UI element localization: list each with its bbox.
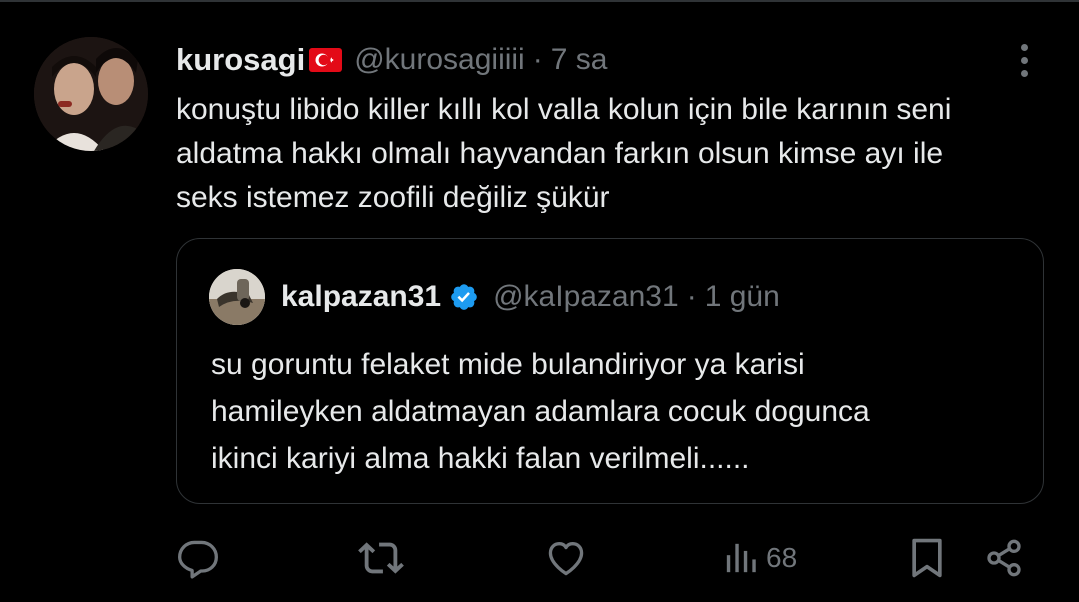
- author-display-name[interactable]: kurosagi: [176, 42, 305, 78]
- more-options-button[interactable]: [1008, 40, 1040, 80]
- reply-icon: [178, 540, 218, 579]
- author-handle[interactable]: @kurosagiiiii: [354, 43, 525, 77]
- retweet-icon: [358, 542, 404, 574]
- tweet-action-bar: 68: [176, 530, 1046, 586]
- turkey-flag-icon: [309, 48, 343, 72]
- share-button[interactable]: [984, 530, 1024, 586]
- tweet-text-line: aldatma hakkı olmalı hayvandan farkın ol…: [176, 137, 944, 170]
- quoted-tweet-card[interactable]: kalpazan31 @kaIpazan31 · 1 gün su gorunt…: [176, 238, 1044, 504]
- quoted-text-line: hamileyken aldatmayan adamlara cocuk dog…: [211, 395, 870, 428]
- tweet-text-line: seks istemez zoofili değiliz şükür: [176, 181, 610, 214]
- like-button[interactable]: [544, 530, 588, 586]
- quoted-avatar-image: [209, 269, 265, 325]
- author-avatar-image: [34, 37, 148, 151]
- bookmark-icon: [912, 538, 942, 578]
- quoted-text-line: su goruntu felaket mide bulandiriyor ya …: [211, 348, 805, 381]
- header-separator: ·: [532, 43, 543, 76]
- views-button[interactable]: 68: [724, 530, 797, 586]
- bookmark-button[interactable]: [908, 530, 946, 586]
- reply-button[interactable]: [176, 530, 220, 586]
- tweet-timestamp[interactable]: 7 sa: [551, 43, 608, 77]
- quoted-tweet-timestamp: 1 gün: [704, 280, 780, 313]
- retweet-button[interactable]: [358, 530, 404, 586]
- more-dot-icon: [1020, 43, 1028, 51]
- top-divider: [0, 0, 1079, 2]
- author-avatar[interactable]: [34, 37, 148, 151]
- quoted-tweet-header: kalpazan31 @kaIpazan31 · 1 gün: [281, 275, 780, 319]
- quoted-text-line: ikinci kariyi alma hakki falan verilmeli…: [211, 442, 750, 475]
- quoted-author-handle[interactable]: @kaIpazan31: [493, 280, 679, 314]
- quoted-header-separator: ·: [686, 280, 697, 313]
- views-icon: [726, 543, 756, 573]
- quoted-author-display-name[interactable]: kalpazan31: [281, 280, 441, 314]
- tweet-text: konuştu libido killer kıllı kol valla ko…: [176, 88, 1056, 220]
- tweet-text-line: konuştu libido killer kıllı kol valla ko…: [176, 93, 952, 126]
- views-count: 68: [766, 542, 798, 573]
- quoted-author-avatar: [209, 269, 265, 325]
- verified-badge-icon: [449, 282, 479, 312]
- quoted-tweet-text: su goruntu felaket mide bulandiriyor ya …: [211, 341, 1031, 482]
- more-dot-icon: [1020, 56, 1028, 64]
- like-icon: [548, 542, 584, 576]
- share-icon: [987, 539, 1021, 577]
- tweet-header: kurosagi @kurosagiiiii · 7 sa: [176, 38, 607, 82]
- more-dot-icon: [1020, 69, 1028, 77]
